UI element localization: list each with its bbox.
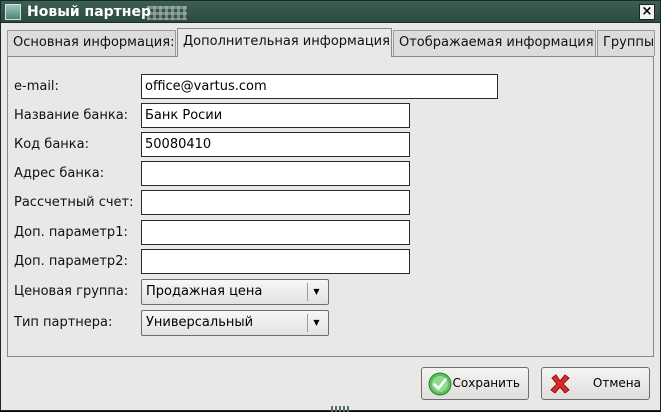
app-window-icon — [5, 4, 21, 20]
tab-main-info[interactable]: Основная информация: — [7, 30, 176, 56]
tab-additional-info[interactable]: Дополнительная информация — [177, 28, 392, 57]
bank-name-label: Название банка: — [14, 108, 129, 123]
param1-label: Доп. параметр1: — [14, 225, 128, 240]
partner-type-value: Универсальный — [146, 315, 254, 330]
titlebar-grip-decoration — [147, 6, 187, 20]
account-label: Рассчетный счет: — [14, 195, 134, 210]
email-label: e-mail: — [14, 79, 59, 94]
title-bar[interactable]: Новый партнер × — [1, 1, 660, 23]
window-title: Новый партнер — [27, 4, 151, 20]
param2-field[interactable] — [141, 249, 410, 274]
resize-grip[interactable] — [331, 406, 349, 412]
param1-field[interactable] — [141, 220, 410, 245]
bank-code-label: Код банка: — [14, 137, 89, 152]
save-button-label: Сохранить — [452, 376, 521, 390]
new-partner-dialog: Новый партнер × Основная информация: Доп… — [0, 0, 661, 412]
bank-code-field[interactable]: 50080410 — [141, 132, 410, 157]
close-icon[interactable]: × — [639, 4, 655, 20]
price-group-value: Продажная цена — [146, 284, 263, 299]
cancel-button[interactable]: Отмена — [541, 367, 650, 400]
dropdown-arrow-icon: ▼ — [307, 314, 325, 332]
red-x-icon — [550, 374, 570, 394]
param2-label: Доп. параметр2: — [14, 254, 128, 269]
cancel-button-label: Отмена — [592, 376, 641, 390]
tab-groups[interactable]: Группы — [597, 30, 655, 56]
price-group-select[interactable]: Продажная цена ▼ — [141, 279, 329, 305]
bank-address-label: Адрес банка: — [14, 166, 105, 181]
account-field[interactable] — [141, 190, 410, 215]
email-field[interactable]: office@vartus.com — [141, 74, 498, 99]
price-group-label: Ценовая группа: — [14, 284, 129, 299]
save-button[interactable]: Сохранить — [421, 367, 529, 400]
check-circle-icon — [428, 372, 452, 396]
partner-type-select[interactable]: Универсальный ▼ — [141, 310, 329, 336]
dropdown-arrow-icon: ▼ — [307, 283, 325, 301]
bank-name-field[interactable]: Банк Росии — [141, 103, 410, 128]
partner-type-label: Тип партнера: — [14, 315, 113, 330]
tab-display-info[interactable]: Отображаемая информация — [393, 30, 596, 56]
bank-address-field[interactable] — [141, 161, 410, 186]
